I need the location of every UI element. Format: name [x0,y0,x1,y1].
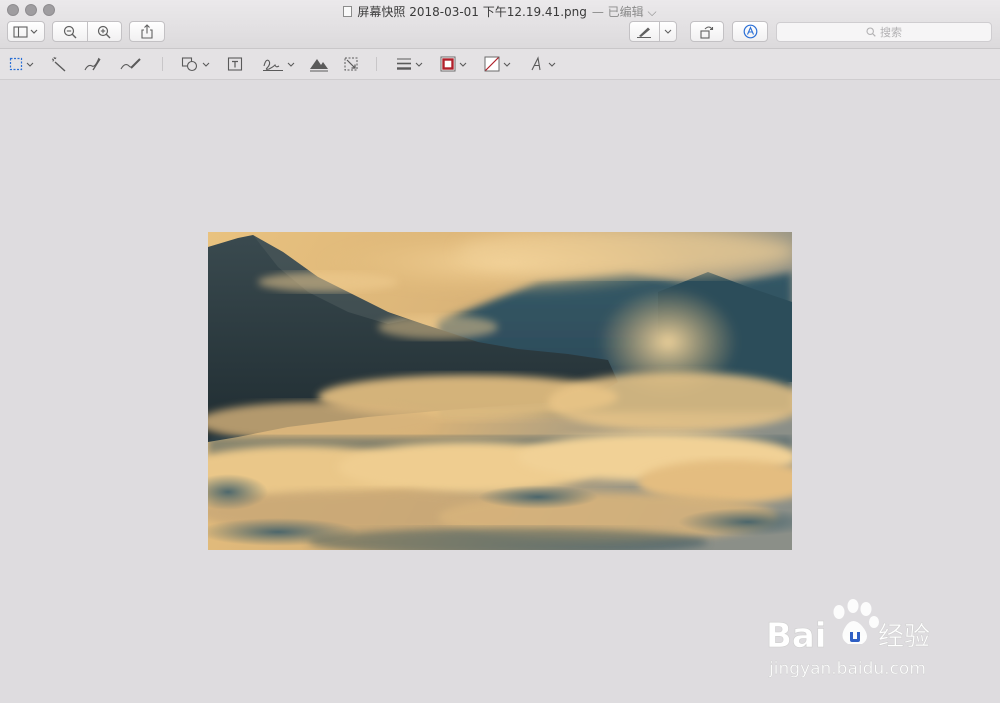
selection-tool[interactable] [9,55,34,73]
rectangular-selection-icon [9,57,23,71]
document-image[interactable] [208,232,792,550]
baidu-paw-logo: Bai du 经验 jingyan.baidu.com [766,599,930,679]
title-bar: 屏幕快照 2018-03-01 下午12.19.41.png — 已编辑 ⌵ 搜… [0,0,1000,49]
border-color-icon [440,56,456,72]
chevron-down-icon [664,29,672,34]
sketch-icon [84,57,101,71]
signature-tool[interactable] [262,55,295,73]
highlight-control [629,21,677,42]
sidebar-icon [13,25,38,38]
instant-alpha-tool[interactable] [51,55,67,73]
adjust-color-tool[interactable] [309,55,329,73]
edited-status[interactable]: — 已编辑 ⌵ [592,3,657,20]
share-button[interactable] [129,21,165,42]
zoom-in-button[interactable] [87,25,121,39]
chevron-down-icon [459,62,467,67]
baidu-jingyan-watermark: Bai du 经验 jingyan.baidu.com [766,596,951,681]
rotate-icon [700,25,714,39]
line-style-tool[interactable] [396,55,423,73]
chevron-down-icon [202,62,210,67]
chevron-down-icon [415,62,423,67]
search-icon [866,27,876,37]
watermark-product: 经验 [878,622,930,652]
rotate-button[interactable] [690,21,724,42]
fill-color-icon [484,56,500,72]
mountain-clouds-photo [208,232,792,550]
share-icon [141,24,153,39]
zoom-out-button[interactable] [53,25,87,39]
sketch-tool[interactable] [83,55,103,73]
line-style-icon [397,58,411,70]
sidebar-button[interactable] [7,21,45,42]
pen-icon [637,27,652,38]
text-style-tool[interactable] [529,55,556,73]
border-color-tool[interactable] [440,55,467,73]
highlight-menu-button[interactable] [660,29,676,34]
chevron-down-icon [287,62,295,67]
markup-circle-icon [743,24,757,39]
chevron-down-icon [26,62,34,67]
toolbar-separator [376,57,377,71]
watermark-brand: Bai [766,616,827,656]
adjust-color-icon [310,59,328,72]
draw-icon [120,58,141,70]
zoom-in-icon [98,25,111,38]
adjust-size-tool[interactable] [343,55,359,73]
window-title[interactable]: 屏幕快照 2018-03-01 下午12.19.41.png — 已编辑 ⌵ [0,3,1000,20]
signature-icon [263,59,283,71]
instant-alpha-icon [51,56,66,72]
chevron-down-icon [503,62,511,67]
markup-toolbar-button[interactable] [732,21,768,42]
toolbar-separator [162,57,163,71]
search-placeholder: 搜索 [880,26,902,39]
fill-color-tool[interactable] [484,55,511,73]
watermark-url: jingyan.baidu.com [768,659,926,679]
text-tool[interactable] [227,55,243,73]
search-field[interactable]: 搜索 [776,22,992,42]
adjust-size-icon [344,57,358,71]
text-style-icon [531,56,541,71]
document-icon [343,6,353,17]
shapes-tool[interactable] [181,55,210,73]
file-name: 屏幕快照 2018-03-01 下午12.19.41.png [357,5,587,19]
highlight-button[interactable] [630,26,659,38]
text-box-icon [227,57,243,71]
markup-toolbar [0,49,1000,80]
shapes-icon [181,57,198,72]
preview-window: 屏幕快照 2018-03-01 下午12.19.41.png — 已编辑 ⌵ 搜… [0,0,1000,703]
zoom-out-icon [63,25,77,38]
zoom-control [52,21,122,42]
draw-tool[interactable] [119,55,143,73]
chevron-down-icon [548,62,556,67]
